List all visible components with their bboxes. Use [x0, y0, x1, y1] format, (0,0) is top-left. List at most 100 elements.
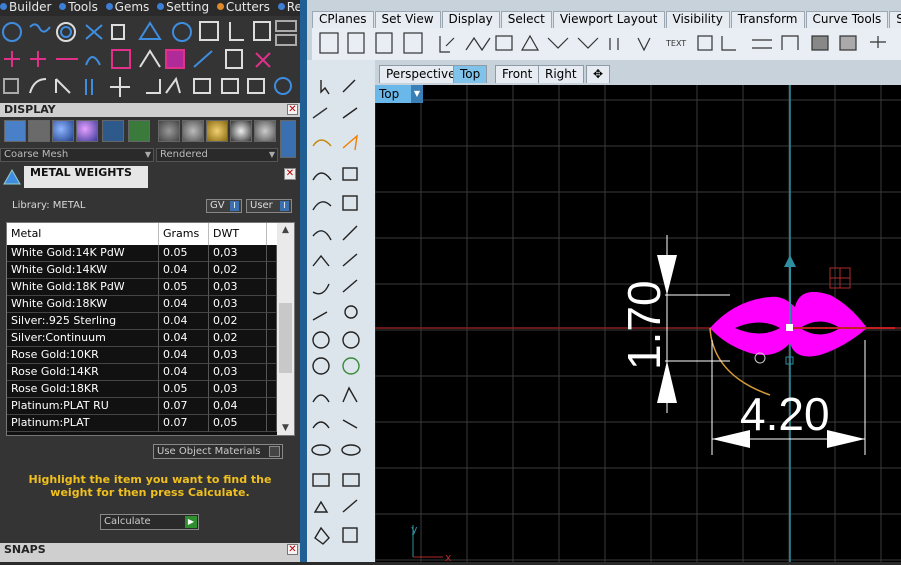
scale-tool-icon[interactable]	[146, 79, 161, 94]
dim2-icon[interactable]	[697, 35, 713, 51]
table-row[interactable]: White Gold:18K PdW 0.05 0,03	[7, 279, 277, 296]
menu-setting[interactable]: Setting	[157, 0, 209, 14]
tab-viewport-layout[interactable]: Viewport Layout	[552, 11, 665, 28]
bezier-icon[interactable]	[342, 225, 358, 241]
polygon-icon[interactable]	[520, 34, 540, 51]
material-sphere3-button[interactable]	[206, 120, 228, 142]
arc4-icon[interactable]	[312, 421, 330, 429]
loop-tool-icon[interactable]	[274, 77, 292, 95]
rendered-display-button[interactable]	[76, 120, 98, 142]
table-row[interactable]: Rose Gold:10KR 0.04 0,03	[7, 347, 277, 364]
metal-table-scrollbar[interactable]: ▲ ▼	[277, 223, 294, 435]
arc-icon[interactable]	[312, 172, 332, 181]
curve-icon[interactable]	[465, 36, 491, 52]
mesh-select[interactable]: Coarse Mesh ▼	[0, 148, 154, 162]
tab-top[interactable]: Top	[453, 65, 488, 83]
table-row[interactable]: White Gold:14KW 0.04 0,02	[7, 262, 277, 279]
rp-icon[interactable]	[637, 37, 651, 52]
point-cloud-icon[interactable]	[342, 107, 358, 119]
tab-curve-tools[interactable]: Curve Tools	[805, 11, 889, 28]
menu-tools[interactable]: Tools	[59, 0, 98, 14]
viewport-label[interactable]: Top ▼	[375, 85, 423, 103]
panel-splitter[interactable]	[300, 0, 307, 562]
tab-transform[interactable]: Transform	[730, 11, 805, 28]
circle3-icon[interactable]	[312, 357, 330, 375]
circle-icon[interactable]	[312, 331, 330, 349]
circle-tan-icon[interactable]	[342, 357, 360, 375]
curve-tool-icon[interactable]	[29, 23, 51, 33]
point-icon[interactable]	[312, 107, 328, 119]
table-row[interactable]: White Gold:14K PdW 0.05 0,03	[7, 245, 277, 262]
r-icon[interactable]	[609, 38, 619, 50]
circle2-icon[interactable]	[342, 331, 360, 349]
new-file-icon[interactable]	[319, 32, 339, 54]
gumball-center-icon[interactable]	[786, 324, 793, 331]
select-arrow-icon[interactable]	[320, 80, 330, 95]
box-tool-icon[interactable]	[111, 49, 131, 69]
v45-icon[interactable]	[577, 37, 599, 49]
render-mode-select[interactable]: Rendered ▼	[156, 148, 278, 162]
circle-tool-icon[interactable]	[2, 22, 22, 42]
display-toggle-button[interactable]	[280, 120, 296, 158]
column-metal[interactable]: Metal	[7, 223, 159, 245]
options-icon[interactable]	[870, 36, 886, 48]
calculate-button[interactable]: Calculate ▶	[100, 514, 199, 530]
star-icon[interactable]	[342, 499, 358, 513]
dimension-vertical-text[interactable]: 1.70	[618, 280, 670, 370]
material-sphere2-button[interactable]	[182, 120, 204, 142]
gear-icon[interactable]	[312, 139, 332, 147]
dimension-horizontal-text[interactable]: 4.20	[740, 388, 830, 440]
perp-icon[interactable]	[312, 311, 328, 321]
wireframe-display-button[interactable]	[4, 120, 26, 142]
block-tool-icon[interactable]	[3, 78, 19, 94]
polyline2-icon[interactable]	[312, 254, 330, 267]
display-close-button[interactable]: ✕	[287, 104, 298, 115]
move-tool-icon[interactable]	[110, 77, 130, 97]
add-viewport-icon[interactable]: ✥	[586, 65, 610, 83]
line2-icon[interactable]	[342, 253, 358, 267]
use-object-materials-box[interactable]	[269, 446, 280, 457]
arc3-icon[interactable]	[342, 386, 358, 403]
blend-icon[interactable]	[312, 283, 330, 295]
polygon2-icon[interactable]	[313, 500, 329, 513]
menu-render[interactable]: Render	[277, 0, 300, 14]
frame-icon[interactable]	[342, 167, 358, 181]
point-on-icon[interactable]	[344, 305, 358, 319]
ellipse2-icon[interactable]	[341, 444, 361, 456]
snaps-close-button[interactable]: ✕	[287, 544, 298, 555]
dim-icon[interactable]	[781, 35, 799, 50]
arc2-icon[interactable]	[312, 394, 330, 403]
material-sphere5-button[interactable]	[254, 120, 276, 142]
prong-tool-icon[interactable]	[253, 21, 271, 41]
tri-tool-icon[interactable]	[139, 49, 161, 68]
hex-icon[interactable]	[314, 526, 330, 545]
column-grams[interactable]: Grams	[159, 223, 209, 245]
ellipse-icon[interactable]	[311, 444, 331, 456]
add-point-icon[interactable]	[4, 51, 20, 67]
arc-tool-icon[interactable]	[85, 56, 101, 66]
table-row[interactable]: Rose Gold:14KR 0.04 0,03	[7, 364, 277, 381]
menu-builder[interactable]: Builder	[0, 0, 51, 14]
table-row[interactable]: Silver:Continuum 0.04 0,02	[7, 330, 277, 347]
viewport-menu-chevron-icon[interactable]: ▼	[411, 85, 423, 103]
link-tool-icon[interactable]	[193, 78, 211, 94]
use-object-materials-checkbox[interactable]: Use Object Materials	[153, 444, 283, 459]
table-row[interactable]: Platinum:PLAT 0.07 0,05	[7, 415, 277, 432]
scroll-thumb[interactable]	[279, 303, 292, 373]
delete-tool-icon[interactable]	[255, 52, 271, 68]
scroll-down-icon[interactable]: ▼	[277, 421, 294, 435]
line-tool-icon[interactable]	[193, 50, 213, 68]
open-file-icon[interactable]	[347, 32, 365, 54]
print-icon[interactable]	[403, 32, 423, 54]
v-curve-icon[interactable]	[547, 37, 569, 49]
panel2-tool-icon[interactable]	[275, 34, 297, 46]
select-points-icon[interactable]	[342, 79, 356, 93]
rectangle-icon[interactable]	[495, 35, 513, 51]
text-icon[interactable]: TEXT	[665, 39, 686, 48]
globe-display-button[interactable]	[102, 120, 124, 142]
tab-display[interactable]: Display	[441, 11, 500, 28]
table-row[interactable]: Silver:.925 Sterling 0.04 0,02	[7, 313, 277, 330]
rect2-icon[interactable]	[342, 473, 360, 487]
top-viewport[interactable]: 1.70 4.20 y x Top ▼	[375, 85, 901, 562]
tab-select[interactable]: Select	[500, 11, 552, 28]
